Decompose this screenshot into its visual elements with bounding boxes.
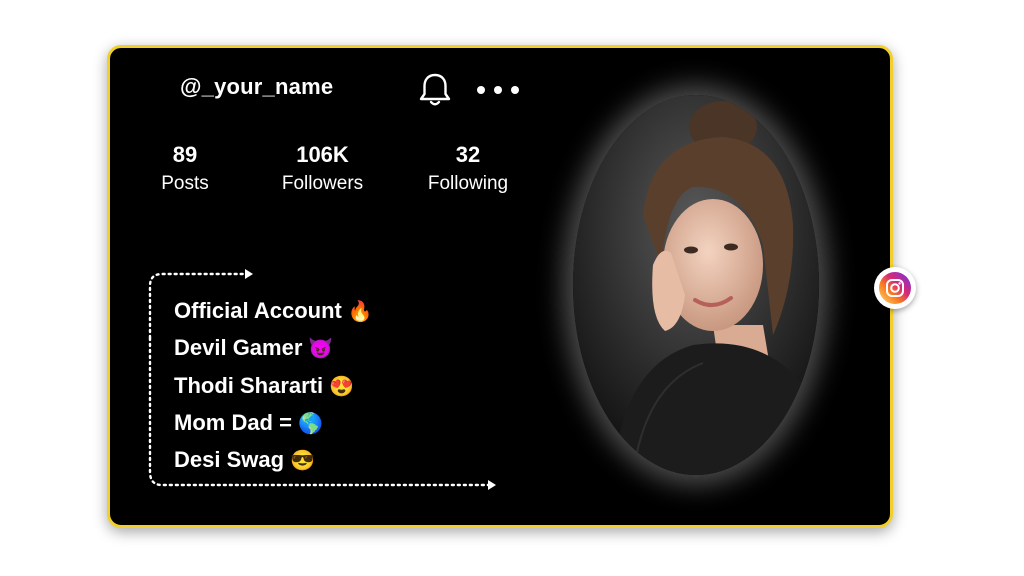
profile-photo[interactable] <box>573 95 819 475</box>
bio-list: Official Account 🔥 Devil Gamer 😈 Thodi Sha… <box>174 293 373 479</box>
bio-line: Official Account 🔥 <box>174 298 373 323</box>
sunglasses-emoji-icon: 😎 <box>290 450 315 473</box>
bio-line: Desi Swag 😎 <box>174 447 315 473</box>
instagram-icon[interactable] <box>874 267 916 309</box>
following-count: 32 <box>455 142 481 167</box>
stat-followers[interactable]: 106K Followers <box>270 142 375 196</box>
followers-count: 106K <box>296 142 349 167</box>
profile-card: @_your_name 89 Posts 106K Followers 32 F… <box>107 45 893 528</box>
bell-icon[interactable] <box>418 72 452 108</box>
stat-posts[interactable]: 89 Posts <box>150 142 220 196</box>
posts-count: 89 <box>172 142 198 167</box>
arrow-head-bottom-icon <box>488 480 496 490</box>
heart-eyes-emoji-icon: 😍 <box>329 375 355 398</box>
username[interactable]: @_your_name <box>180 74 333 100</box>
followers-label: Followers <box>281 173 364 194</box>
devil-emoji-icon: 😈 <box>308 338 334 361</box>
bio-line: Thodi Shararti 😍 <box>174 372 355 398</box>
more-dots-icon[interactable] <box>476 74 520 100</box>
fire-emoji-icon: 🔥 <box>347 301 373 323</box>
bio-line: Devil Gamer 😈 <box>174 335 334 361</box>
stat-following[interactable]: 32 Following <box>418 142 518 196</box>
portrait-image <box>573 95 819 475</box>
posts-label: Posts <box>161 173 209 194</box>
arrow-head-top-icon <box>245 269 253 279</box>
bio-line: Mom Dad = 🌎 <box>174 409 323 435</box>
globe-emoji-icon: 🌎 <box>297 412 323 435</box>
following-label: Following <box>427 173 509 194</box>
